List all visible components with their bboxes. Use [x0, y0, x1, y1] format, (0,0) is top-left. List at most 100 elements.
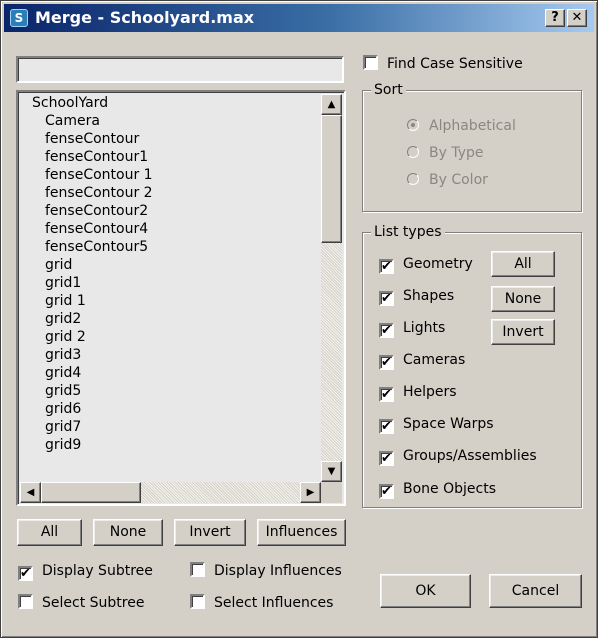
- checkmark-icon: ✔: [379, 451, 394, 466]
- list-type-checkbox[interactable]: ✔ Cameras: [379, 350, 465, 370]
- list-type-checkbox[interactable]: ✔ Helpers: [379, 382, 457, 402]
- list-types-invert-button[interactable]: Invert: [491, 319, 555, 345]
- select-all-button[interactable]: All: [17, 519, 82, 546]
- list-item[interactable]: grid2: [18, 310, 318, 328]
- list-type-label: Groups/Assemblies: [403, 448, 537, 464]
- select-subtree-label: Select Subtree: [42, 595, 145, 611]
- list-type-checkbox[interactable]: ✔ Space Warps: [379, 414, 494, 434]
- app-icon: S: [10, 9, 28, 27]
- checkbox-box: ✔: [18, 566, 33, 581]
- list-type-label: Shapes: [403, 288, 455, 304]
- list-item[interactable]: grid7: [18, 418, 318, 436]
- arrow-left-icon: ◀: [26, 487, 35, 498]
- arrow-right-icon: ▶: [306, 487, 315, 498]
- title-bar[interactable]: S Merge - Schoolyard.max ? ✕: [4, 4, 594, 32]
- ok-button[interactable]: OK: [380, 574, 471, 608]
- list-item[interactable]: fenseContour1: [18, 148, 318, 166]
- arrow-up-icon: ▲: [327, 99, 336, 110]
- sort-option-label: By Type: [429, 145, 484, 161]
- list-item[interactable]: fenseContour2: [18, 202, 318, 220]
- sort-by-color-radio[interactable]: By Color: [407, 170, 488, 190]
- cancel-button[interactable]: Cancel: [489, 574, 582, 608]
- list-item[interactable]: grid 1: [18, 292, 318, 310]
- close-button[interactable]: ✕: [567, 9, 587, 27]
- checkmark-icon: ✔: [379, 419, 394, 434]
- object-list[interactable]: SchoolYard Camera fenseContour fenseContou…: [16, 90, 346, 506]
- list-item[interactable]: grid1: [18, 274, 318, 292]
- checkmark-icon: ✔: [379, 259, 394, 274]
- select-none-button[interactable]: None: [93, 519, 163, 546]
- display-influences-checkbox[interactable]: Display Influences: [190, 561, 342, 581]
- arrow-down-icon: ▼: [327, 466, 336, 477]
- object-list-items: SchoolYard Camera fenseContour fenseContou…: [18, 94, 318, 454]
- list-item[interactable]: grid6: [18, 400, 318, 418]
- select-influences-checkbox[interactable]: Select Influences: [190, 593, 333, 613]
- checkbox-box: [190, 562, 205, 577]
- list-type-label: Space Warps: [403, 416, 494, 432]
- checkbox-box: [363, 55, 378, 70]
- display-subtree-checkbox[interactable]: ✔ Display Subtree: [18, 561, 153, 581]
- search-input[interactable]: [16, 56, 344, 83]
- list-types-group: List types ✔ Geometry ✔ Shapes ✔ Lights ✔ Camer…: [362, 223, 582, 508]
- horizontal-scroll-thumb[interactable]: [41, 482, 141, 503]
- select-influences-button[interactable]: Influences: [257, 519, 346, 546]
- checkbox-box: [18, 594, 33, 609]
- list-item[interactable]: fenseContour 2: [18, 184, 318, 202]
- list-item[interactable]: grid 2: [18, 328, 318, 346]
- checkmark-icon: ✔: [379, 387, 394, 402]
- display-influences-label: Display Influences: [214, 563, 342, 579]
- scrollbar-corner: [321, 482, 342, 503]
- select-subtree-checkbox[interactable]: Select Subtree: [18, 593, 144, 613]
- list-type-checkbox[interactable]: ✔ Bone Objects: [379, 479, 496, 499]
- list-types-all-button[interactable]: All: [491, 251, 555, 277]
- sort-alphabetical-radio[interactable]: Alphabetical: [407, 116, 516, 136]
- select-influences-label: Select Influences: [214, 595, 334, 611]
- list-type-checkbox[interactable]: ✔ Shapes: [379, 286, 454, 306]
- horizontal-scrollbar[interactable]: ◀ ▶: [20, 482, 321, 503]
- list-item[interactable]: grid3: [18, 346, 318, 364]
- list-types-none-button[interactable]: None: [491, 286, 555, 312]
- sort-by-type-radio[interactable]: By Type: [407, 143, 484, 163]
- scroll-up-button[interactable]: ▲: [321, 94, 342, 115]
- radio-dot: [407, 173, 419, 185]
- list-type-checkbox[interactable]: ✔ Geometry: [379, 254, 473, 274]
- scroll-right-button[interactable]: ▶: [300, 482, 321, 503]
- display-subtree-label: Display Subtree: [42, 563, 153, 579]
- list-type-label: Bone Objects: [403, 481, 496, 497]
- list-type-label: Helpers: [403, 384, 457, 400]
- scroll-down-button[interactable]: ▼: [321, 461, 342, 482]
- select-invert-button[interactable]: Invert: [174, 519, 246, 546]
- list-type-label: Geometry: [403, 256, 473, 272]
- sort-group: Sort Alphabetical By Type By Color: [362, 81, 582, 212]
- list-item-root[interactable]: SchoolYard: [18, 94, 318, 112]
- sort-option-label: By Color: [429, 172, 488, 188]
- list-item[interactable]: grid: [18, 256, 318, 274]
- list-type-checkbox[interactable]: ✔ Groups/Assemblies: [379, 446, 537, 466]
- checkmark-icon: ✔: [379, 323, 394, 338]
- list-types-group-label: List types: [371, 223, 445, 241]
- find-case-sensitive-checkbox[interactable]: Find Case Sensitive: [363, 54, 523, 74]
- list-item[interactable]: fenseContour5: [18, 238, 318, 256]
- list-type-checkbox[interactable]: ✔ Lights: [379, 318, 445, 338]
- list-item[interactable]: fenseContour 1: [18, 166, 318, 184]
- checkbox-box: [190, 594, 205, 609]
- list-item[interactable]: grid5: [18, 382, 318, 400]
- help-button[interactable]: ?: [545, 9, 565, 27]
- list-item[interactable]: fenseContour4: [18, 220, 318, 238]
- list-item[interactable]: grid4: [18, 364, 318, 382]
- list-item[interactable]: Camera: [18, 112, 318, 130]
- radio-dot: [407, 119, 419, 131]
- find-case-sensitive-label: Find Case Sensitive: [387, 56, 523, 72]
- checkmark-icon: ✔: [379, 291, 394, 306]
- sort-group-label: Sort: [371, 81, 406, 99]
- vertical-scrollbar[interactable]: ▲ ▼: [321, 94, 342, 482]
- list-item[interactable]: grid9: [18, 436, 318, 454]
- list-type-label: Cameras: [403, 352, 466, 368]
- list-item[interactable]: fenseContour: [18, 130, 318, 148]
- vertical-scroll-thumb[interactable]: [321, 115, 342, 243]
- list-type-label: Lights: [403, 320, 446, 336]
- scroll-left-button[interactable]: ◀: [20, 482, 41, 503]
- checkmark-icon: ✔: [379, 355, 394, 370]
- sort-option-label: Alphabetical: [429, 118, 516, 134]
- merge-dialog: S Merge - Schoolyard.max ? ✕ SchoolYard …: [0, 0, 598, 638]
